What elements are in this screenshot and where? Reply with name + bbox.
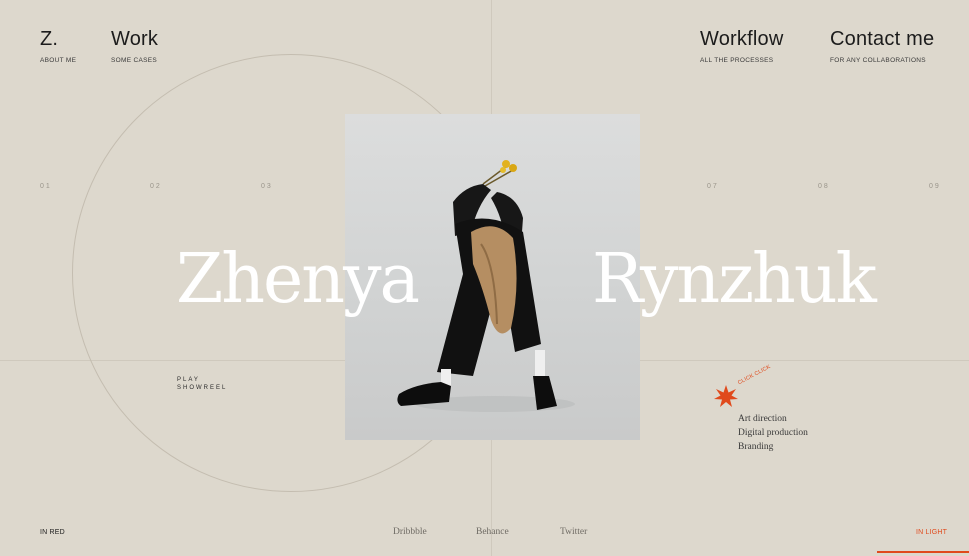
service-item: Branding — [738, 442, 774, 452]
nav-work-title: Work — [111, 28, 159, 50]
play-showreel-button[interactable]: PLAY SHOWREEL — [177, 376, 227, 392]
dribbble-link[interactable]: Dribbble — [393, 527, 427, 537]
service-item: Digital production — [738, 428, 808, 438]
showreel-line-2: SHOWREEL — [177, 385, 228, 391]
nav-work-sub: SOME CASES — [111, 57, 157, 64]
nav-workflow-title: Workflow — [700, 28, 784, 50]
nav-workflow-sub: ALL THE PROCESSES — [700, 57, 774, 64]
theme-in-light-button[interactable]: IN LIGHT — [916, 529, 947, 536]
service-item: Art direction — [738, 414, 787, 424]
hero-last-name: Rynzhuk — [592, 240, 877, 319]
section-number: 03 — [261, 183, 273, 190]
nav-contact-title: Contact me — [830, 28, 935, 50]
services-list: Art direction Digital production Brandin… — [738, 412, 808, 454]
nav-workflow[interactable]: Workflow ALL THE PROCESSES — [700, 28, 783, 64]
section-number: 08 — [818, 183, 830, 190]
section-number: 07 — [707, 183, 719, 190]
nav-work[interactable]: Work SOME CASES — [111, 28, 158, 64]
behance-link[interactable]: Behance — [476, 527, 509, 537]
twitter-link[interactable]: Twitter — [560, 527, 587, 537]
nav-about[interactable]: Z. ABOUT ME — [40, 28, 76, 64]
nav-about-sub: ABOUT ME — [40, 57, 77, 64]
nav-contact-sub: FOR ANY COLLABORATIONS — [830, 57, 926, 64]
hero-first-name: Zhenya — [176, 240, 420, 319]
theme-in-red-button[interactable]: IN RED — [40, 529, 65, 536]
showreel-line-1: PLAY — [177, 377, 200, 383]
section-number: 02 — [150, 183, 162, 190]
section-number: 01 — [40, 183, 52, 190]
starburst-icon[interactable] — [713, 384, 739, 410]
nav-contact[interactable]: Contact me FOR ANY COLLABORATIONS — [830, 28, 934, 64]
nav-about-title: Z. — [40, 28, 59, 50]
section-number: 09 — [929, 183, 941, 190]
click-click-label: CLICK CLICK — [737, 364, 772, 387]
active-theme-indicator — [877, 551, 969, 553]
